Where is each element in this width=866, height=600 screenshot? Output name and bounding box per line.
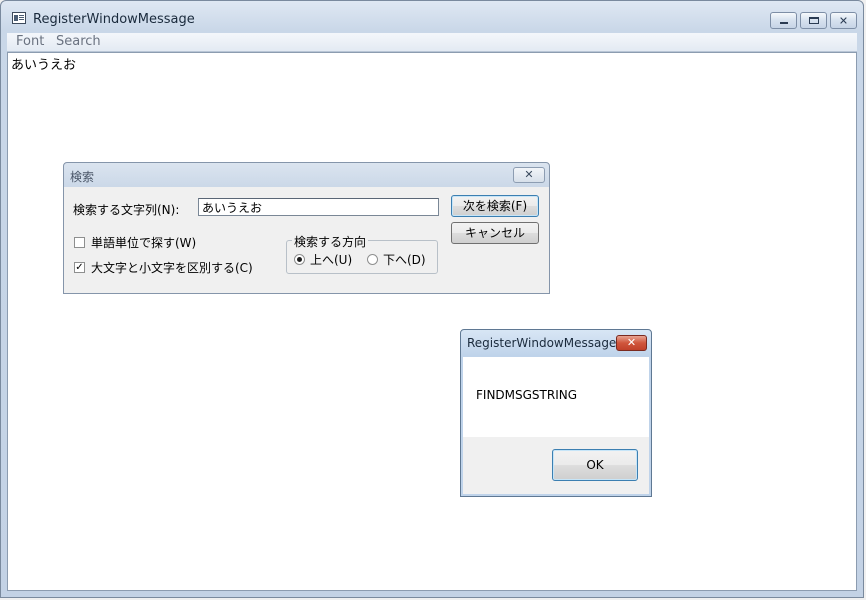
menu-font[interactable]: Font <box>12 34 48 49</box>
whole-word-option[interactable]: 単語単位で探す(W) <box>74 234 196 251</box>
close-icon: ✕ <box>524 168 534 181</box>
minimize-button[interactable] <box>770 12 797 29</box>
maximize-icon <box>809 17 819 24</box>
find-dialog-title: 検索 <box>70 170 95 184</box>
direction-group: 検索する方向 上へ(U) 下へ(D) <box>286 233 438 274</box>
direction-up-option[interactable]: 上へ(U) <box>294 251 352 268</box>
maximize-button[interactable] <box>800 12 827 29</box>
find-what-input[interactable] <box>198 198 439 216</box>
direction-down-label: 下へ(D) <box>383 253 426 267</box>
match-case-checkbox[interactable]: ✓ <box>74 262 85 273</box>
direction-up-radio[interactable] <box>294 254 305 265</box>
close-icon: ✕ <box>838 14 849 27</box>
main-window: RegisterWindowMessage ✕ Font Search あいうえ… <box>0 0 864 598</box>
whole-word-checkbox[interactable] <box>74 237 85 248</box>
direction-up-label: 上へ(U) <box>310 253 353 267</box>
find-dialog: 検索 ✕ 検索する文字列(N): 次を検索(F) キャンセル 単語単位で探す(W… <box>63 162 550 294</box>
close-button[interactable]: ✕ <box>830 12 857 29</box>
match-case-label: 大文字と小文字を区別する(C) <box>91 261 253 275</box>
direction-label: 検索する方向 <box>292 233 369 250</box>
find-dialog-body: 検索する文字列(N): 次を検索(F) キャンセル 単語単位で探す(W) ✓ 大… <box>66 187 547 291</box>
cancel-button[interactable]: キャンセル <box>451 222 539 244</box>
sample-text: あいうえお <box>11 58 77 73</box>
match-case-option[interactable]: ✓ 大文字と小文字を区別する(C) <box>74 259 253 276</box>
direction-down-radio[interactable] <box>367 254 378 265</box>
message-box-title: RegisterWindowMessage <box>467 336 617 350</box>
client-area[interactable]: あいうえお <box>7 52 857 591</box>
find-next-button[interactable]: 次を検索(F) <box>451 195 539 217</box>
menu-search[interactable]: Search <box>52 34 105 49</box>
message-box: RegisterWindowMessage ✕ FINDMSGSTRING OK <box>460 329 652 497</box>
window-title: RegisterWindowMessage <box>33 12 195 27</box>
message-box-close-button[interactable]: ✕ <box>616 335 647 351</box>
message-text: FINDMSGSTRING <box>476 388 578 402</box>
ok-button[interactable]: OK <box>552 449 638 481</box>
find-what-label: 検索する文字列(N): <box>73 203 180 217</box>
app-icon[interactable] <box>12 12 26 24</box>
direction-down-option[interactable]: 下へ(D) <box>367 251 426 268</box>
find-dialog-close-button[interactable]: ✕ <box>513 167 545 183</box>
menu-bar: Font Search <box>7 33 857 52</box>
whole-word-label: 単語単位で探す(W) <box>91 236 197 250</box>
caption-buttons: ✕ <box>770 12 857 29</box>
check-icon: ✓ <box>75 262 84 273</box>
message-content: FINDMSGSTRING <box>463 357 649 437</box>
minimize-icon <box>780 22 788 24</box>
close-icon: ✕ <box>626 336 637 349</box>
message-footer: OK <box>463 437 649 494</box>
title-bar[interactable]: RegisterWindowMessage ✕ <box>1 1 863 33</box>
